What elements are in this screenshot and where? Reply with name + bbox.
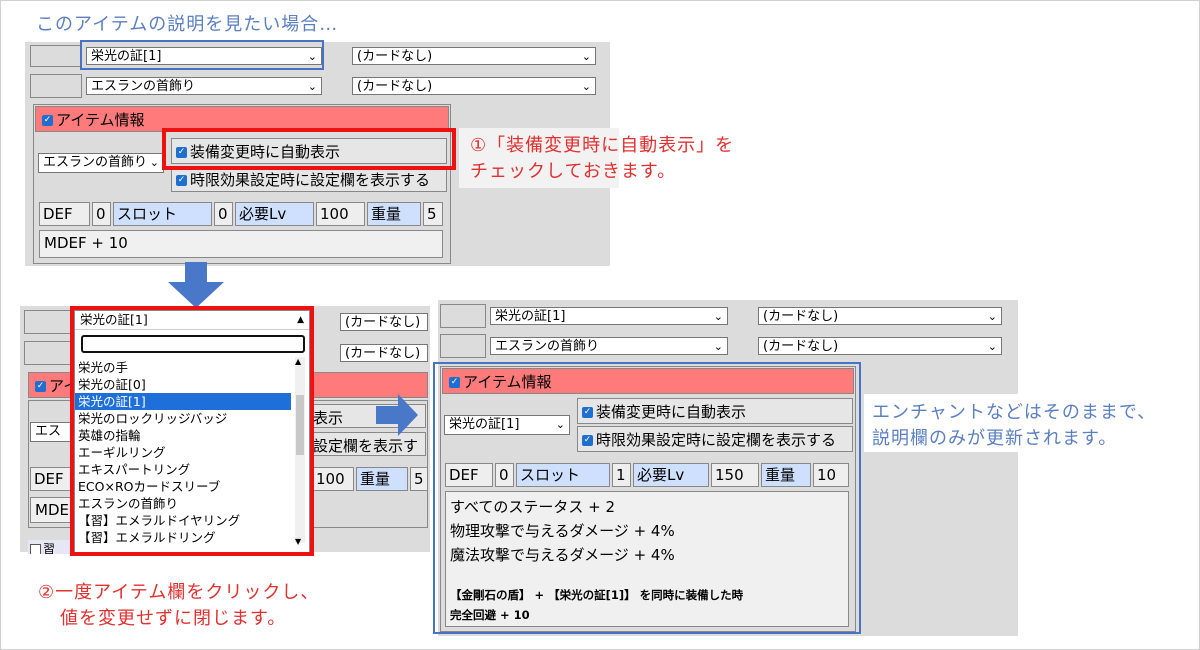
note1-line2: チェックしておきます。 [470, 161, 677, 182]
checkbox-checked-icon[interactable]: ✓ [176, 175, 187, 186]
arrow-down-icon [168, 262, 224, 308]
card-select-2-partial[interactable]: (カードなし) [340, 344, 428, 362]
chevron-down-icon: ⌄ [581, 50, 591, 63]
chevron-down-icon: ⌄ [987, 340, 997, 353]
note1-line1: ①「装備変更時に自動表示」を [470, 135, 735, 156]
note1: ①「装備変更時に自動表示」を チェックしておきます。 [470, 133, 734, 185]
panel1-spacer-1 [30, 45, 82, 67]
note2: ②一度アイテム欄をクリックし、 値を変更せずに閉じます。 [38, 580, 319, 632]
top-note: このアイテムの説明を見たい場合… [36, 14, 339, 35]
stat-level-partial: 100 [312, 467, 354, 491]
chevron-down-icon: ⌄ [149, 156, 159, 169]
card-select-1-partial[interactable]: (カードなし) [340, 313, 428, 331]
chevron-down-icon: ⌄ [581, 80, 591, 93]
desc-partial: MDEF [30, 497, 78, 523]
highlight-item-info [433, 362, 861, 634]
item-info-dropdown[interactable]: エスランの首飾り ⌄ [38, 153, 164, 173]
card-select-1[interactable]: (カードなし) ⌄ [758, 307, 1002, 325]
card-select-2[interactable]: (カードなし) ⌄ [758, 337, 1002, 355]
stat-label-weight: 重量 [367, 202, 421, 226]
stat-label-def: DEF [39, 202, 90, 226]
stat-value-weight: 5 [423, 202, 443, 226]
stat-weight-value-partial: 5 [410, 467, 428, 491]
panel3-spacer-2 [440, 334, 486, 358]
stat-value-slot: 0 [214, 202, 233, 226]
stat-def-partial: DEF [30, 467, 74, 491]
stat-label-slot: スロット [113, 202, 212, 226]
description-box: MDEF + 10 [39, 230, 443, 258]
chevron-down-icon: ⌄ [713, 310, 723, 323]
checkbox-checked-icon[interactable]: ✓ [42, 115, 53, 126]
highlight-auto-display [162, 128, 456, 170]
checkbox-icon[interactable] [30, 544, 41, 554]
stat-value-def: 0 [92, 202, 111, 226]
note3-line1: エンチャントなどはそのままで、 [872, 402, 1157, 423]
bottom-row-partial: 習 [28, 540, 74, 554]
highlight-dropdown [70, 306, 314, 556]
stat-weight-label-partial: 重量 [356, 467, 408, 491]
note3-line2: 説明欄のみが更新されます。 [872, 428, 1118, 449]
chevron-down-icon: ⌄ [987, 310, 997, 323]
panel3-spacer-1 [440, 304, 486, 328]
panel2-spacer-1 [24, 310, 72, 334]
checkbox-checked-icon[interactable]: ✓ [35, 381, 46, 392]
note2-line2: 値を変更せずに閉じます。 [60, 608, 287, 629]
stat-label-level: 必要Lv [235, 202, 314, 226]
panel1-spacer-2 [30, 74, 82, 98]
stat-value-level: 100 [316, 202, 365, 226]
note3: エンチャントなどはそのままで、 説明欄のみが更新されます。 [872, 400, 1156, 452]
chevron-down-icon: ⌄ [713, 340, 723, 353]
card-select-1[interactable]: (カードなし) ⌄ [352, 47, 596, 65]
note2-line1: ②一度アイテム欄をクリックし、 [38, 582, 320, 603]
arrow-right-icon [376, 394, 418, 436]
item-select-2[interactable]: エスランの首飾り ⌄ [86, 77, 322, 95]
chevron-down-icon: ⌄ [307, 80, 317, 93]
highlight-item-select [80, 40, 324, 70]
item-dropdown-partial[interactable]: エス [30, 422, 74, 442]
item-select-2[interactable]: エスランの首飾り ⌄ [490, 337, 728, 355]
panel2-spacer-2 [24, 341, 72, 365]
item-select-1[interactable]: 栄光の証[1] ⌄ [490, 307, 728, 325]
card-select-2[interactable]: (カードなし) ⌄ [352, 77, 596, 95]
